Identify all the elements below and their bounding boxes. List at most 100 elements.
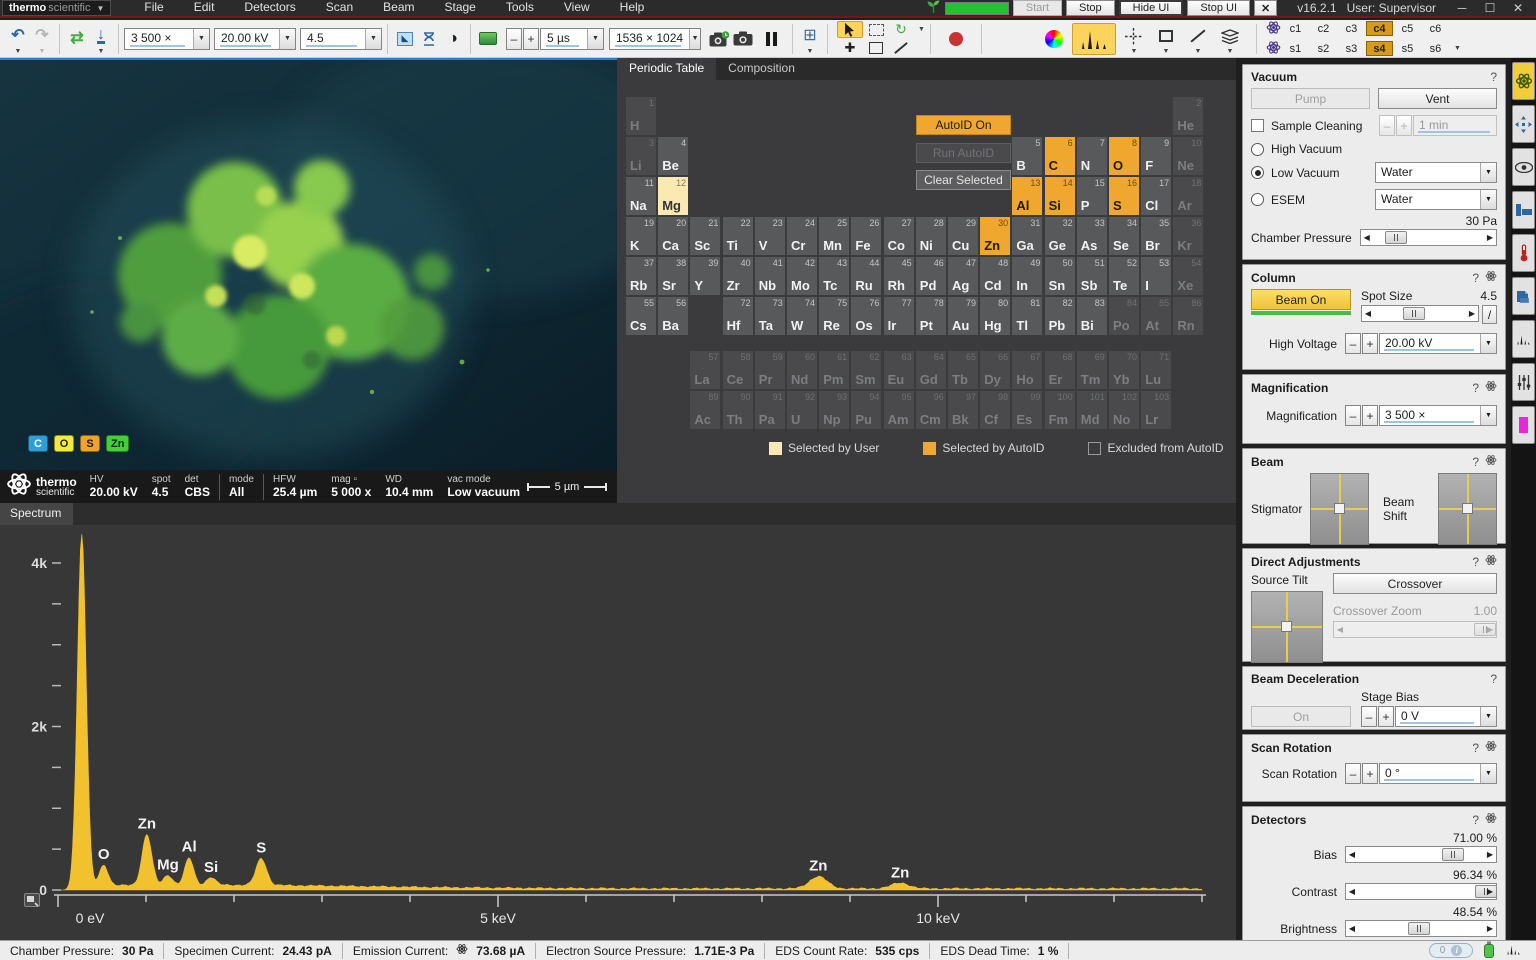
line-scan-dropdown[interactable]: ▼ xyxy=(1194,49,1201,54)
element-Cs[interactable]: 55Cs xyxy=(626,297,656,335)
magnification-combo[interactable]: 3 500 ×▼ xyxy=(124,28,210,50)
element-Tc[interactable]: 43Tc xyxy=(819,257,849,295)
element-C[interactable]: 6C xyxy=(1045,137,1075,175)
redo-button[interactable]: ↷ xyxy=(30,23,54,49)
beam-on-button[interactable]: Beam On xyxy=(1251,289,1351,310)
navigation-page-icon[interactable] xyxy=(1512,105,1535,143)
quad-view-dropdown[interactable]: ▼ xyxy=(807,49,814,54)
help-icon[interactable]: ? xyxy=(1472,741,1479,755)
element-Cd[interactable]: 48Cd xyxy=(980,257,1010,295)
exchange-data-icon[interactable]: ⇄ xyxy=(65,26,89,52)
beam-control-page-icon[interactable] xyxy=(1512,62,1535,100)
pump-button[interactable]: Pump xyxy=(1251,88,1370,109)
element-Zn[interactable]: 30Zn xyxy=(980,217,1010,255)
brightness-slider[interactable]: ◀▶ xyxy=(1345,920,1497,937)
resolution-combo[interactable]: 1536 × 1024▼ xyxy=(609,28,701,50)
undo-button[interactable]: ↶ xyxy=(6,23,30,49)
channel-c1[interactable]: c1 xyxy=(1282,21,1309,36)
element-S[interactable]: 16S xyxy=(1109,177,1139,215)
crossover-zoom-slider[interactable]: ◀▶ xyxy=(1333,621,1497,638)
bias-slider[interactable]: ◀▶ xyxy=(1345,846,1497,863)
crossover-button[interactable]: Crossover xyxy=(1333,573,1497,594)
processing-page-icon[interactable] xyxy=(1512,277,1535,315)
timed-photo-icon[interactable] xyxy=(707,26,731,52)
notification-badge[interactable]: 0i xyxy=(1429,943,1473,958)
tab-composition[interactable]: Composition xyxy=(716,58,807,80)
element-Ag[interactable]: 47Ag xyxy=(948,257,978,295)
channel-c3[interactable]: c3 xyxy=(1338,21,1365,36)
tab-periodic-table[interactable]: Periodic Table xyxy=(617,58,716,80)
element-P[interactable]: 15P xyxy=(1077,177,1107,215)
export-spectrum-icon[interactable] xyxy=(24,893,40,912)
dwell-plus-button[interactable]: + xyxy=(523,28,539,50)
magnification-sidebar-combo[interactable]: 3 500 ×▼ xyxy=(1379,405,1497,426)
spot-size-slider[interactable]: ◀▶ xyxy=(1361,305,1479,322)
chamber-pressure-slider[interactable]: ◀▶ xyxy=(1360,229,1497,246)
move-tool-icon[interactable]: ✚ xyxy=(837,39,863,56)
sem-image-viewport[interactable]: COSZn xyxy=(0,58,617,470)
record-movie-icon[interactable] xyxy=(944,26,968,52)
settings-atom-icon[interactable] xyxy=(1485,380,1497,395)
element-Au[interactable]: 79Au xyxy=(948,297,978,335)
spectrum-status-icon[interactable] xyxy=(1505,943,1522,959)
element-N[interactable]: 7N xyxy=(1077,137,1107,175)
hv-plus-button[interactable]: + xyxy=(1362,333,1378,354)
area-analysis-icon[interactable] xyxy=(1154,23,1178,49)
element-Se[interactable]: 34Se xyxy=(1109,217,1139,255)
rotation-minus-button[interactable]: – xyxy=(1345,763,1361,784)
measure-line-tool-icon[interactable] xyxy=(889,39,913,56)
channels-dropdown[interactable]: ▼ xyxy=(1454,46,1461,51)
gas-bottle-icon[interactable] xyxy=(1483,941,1495,960)
detectors-page-icon[interactable] xyxy=(1512,148,1535,186)
color-page-icon[interactable] xyxy=(1512,406,1535,444)
low-vacuum-gas-combo[interactable]: Water▼ xyxy=(1375,162,1497,183)
point-analysis-dropdown[interactable]: ▼ xyxy=(1130,49,1137,54)
settings-atom-icon[interactable] xyxy=(1485,454,1497,469)
mag-plus-button[interactable]: + xyxy=(1362,405,1378,426)
menu-edit[interactable]: Edit xyxy=(179,0,230,17)
contrast-slider[interactable]: ◀▶ xyxy=(1345,883,1497,900)
zoom-rect-tool-icon[interactable] xyxy=(864,39,888,56)
element-Re[interactable]: 75Re xyxy=(819,297,849,335)
high-vacuum-radio[interactable] xyxy=(1251,143,1264,156)
channel-s3[interactable]: s3 xyxy=(1338,41,1365,56)
element-Si[interactable]: 14Si xyxy=(1045,177,1075,215)
tools-dropdown[interactable]: ▼ xyxy=(918,27,925,32)
temperature-page-icon[interactable] xyxy=(1512,234,1535,272)
layout-page-icon[interactable] xyxy=(1512,191,1535,229)
close-scan-button[interactable]: ✕ xyxy=(1254,0,1277,16)
menu-view[interactable]: View xyxy=(549,0,605,17)
brand-menu[interactable]: thermo scientific ▼ xyxy=(2,0,111,16)
scan-rotation-combo[interactable]: 0 °▼ xyxy=(1379,763,1497,784)
reduced-area-icon[interactable]: ◣ xyxy=(393,26,417,52)
pointer-tool-icon[interactable] xyxy=(837,21,863,38)
element-Os[interactable]: 76Os xyxy=(851,297,881,335)
element-Mn[interactable]: 25Mn xyxy=(819,217,849,255)
element-Br[interactable]: 35Br xyxy=(1141,217,1171,255)
element-Tl[interactable]: 81Tl xyxy=(1012,297,1042,335)
import-dropdown[interactable]: ▼ xyxy=(98,49,105,54)
element-Ga[interactable]: 31Ga xyxy=(1012,217,1042,255)
quad-view-icon[interactable]: ⊞ xyxy=(798,23,822,49)
sample-cleaning-checkbox[interactable] xyxy=(1251,119,1264,132)
element-Ge[interactable]: 32Ge xyxy=(1045,217,1075,255)
menu-scan[interactable]: Scan xyxy=(311,0,368,17)
maximize-button[interactable]: ☐ xyxy=(1478,1,1502,15)
run-autoid-button[interactable]: Run AutoID xyxy=(916,143,1011,163)
element-V[interactable]: 23V xyxy=(755,217,785,255)
element-Zr[interactable]: 40Zr xyxy=(723,257,753,295)
contrast-icon[interactable]: ◑ xyxy=(441,26,465,52)
menu-help[interactable]: Help xyxy=(605,0,660,17)
layers-icon[interactable] xyxy=(1218,23,1242,49)
element-chip-S[interactable]: S xyxy=(80,435,100,452)
menu-beam[interactable]: Beam xyxy=(368,0,429,17)
point-analysis-icon[interactable] xyxy=(1122,23,1146,49)
element-Mo[interactable]: 42Mo xyxy=(787,257,817,295)
hv-minus-button[interactable]: – xyxy=(1345,333,1361,354)
element-Y[interactable]: 39Y xyxy=(690,257,720,295)
element-I[interactable]: 53I xyxy=(1141,257,1171,295)
element-Hf[interactable]: 72Hf xyxy=(723,297,753,335)
element-Ir[interactable]: 77Ir xyxy=(884,297,914,335)
autoid-toggle-button[interactable]: AutoID On xyxy=(916,115,1011,135)
bias-minus-button[interactable]: – xyxy=(1361,706,1377,727)
